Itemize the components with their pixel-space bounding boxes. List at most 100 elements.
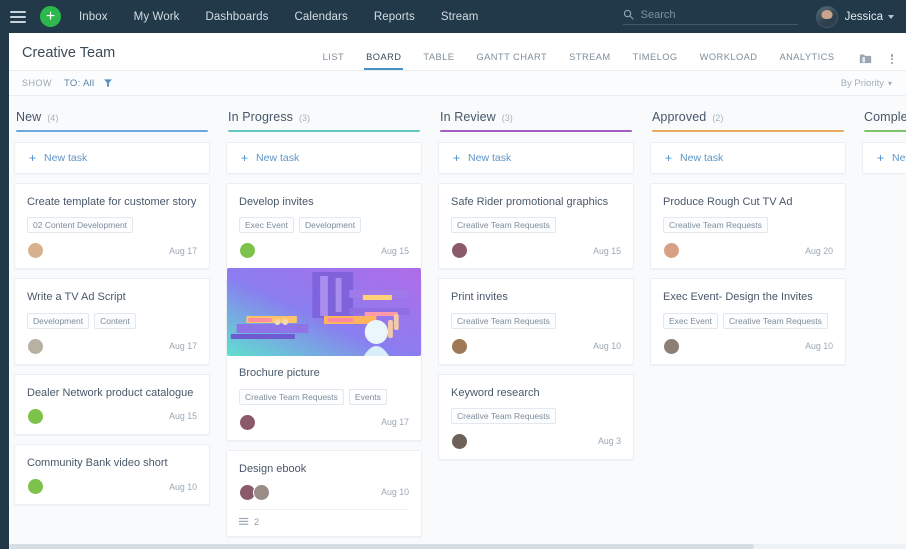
avatar[interactable] — [239, 414, 256, 431]
scrollbar-thumb[interactable] — [9, 544, 754, 549]
avatar[interactable] — [663, 242, 680, 259]
new-task-button[interactable]: + New task — [650, 142, 846, 174]
sort-by-control[interactable]: By Priority ▾ — [841, 78, 892, 89]
task-card[interactable]: Community Bank video short Aug 10 — [14, 444, 210, 505]
chevron-down-icon — [888, 15, 894, 19]
avatar[interactable] — [451, 242, 468, 259]
task-title: Exec Event- Design the Invites — [663, 290, 833, 304]
tab-timelog[interactable]: TIMELOG — [633, 52, 678, 70]
hamburger-menu-icon[interactable] — [10, 11, 26, 23]
nav-link-my-work[interactable]: My Work — [134, 11, 180, 23]
new-task-button[interactable]: + New task — [438, 142, 634, 174]
avatar[interactable] — [253, 484, 270, 501]
subtask-list-icon — [239, 517, 249, 526]
task-tag[interactable]: Creative Team Requests — [663, 217, 768, 233]
new-task-button[interactable]: + New task — [226, 142, 422, 174]
task-due-date: Aug 10 — [593, 341, 621, 351]
task-tag[interactable]: 02 Content Development — [27, 217, 133, 233]
nav-link-stream[interactable]: Stream — [441, 11, 479, 23]
column-header: In Progress (3) — [226, 110, 422, 132]
board-column-completed: Completed + New task — [862, 110, 906, 549]
nav-link-dashboards[interactable]: Dashboards — [206, 11, 269, 23]
nav-link-reports[interactable]: Reports — [374, 11, 415, 23]
avatar[interactable] — [451, 433, 468, 450]
column-accent-rule — [440, 130, 632, 132]
new-task-button[interactable]: + New task — [14, 142, 210, 174]
tab-analytics[interactable]: ANALYTICS — [779, 52, 834, 70]
task-due-date: Aug 3 — [598, 436, 621, 446]
task-tag[interactable]: Creative Team Requests — [451, 217, 556, 233]
search-icon — [623, 9, 634, 20]
task-tags: Creative Team Requests — [663, 217, 833, 233]
task-due-date: Aug 17 — [381, 417, 409, 427]
task-tag[interactable]: Creative Team Requests — [451, 313, 556, 329]
task-card[interactable]: Produce Rough Cut TV Ad Creative Team Re… — [650, 183, 846, 269]
avatar[interactable] — [27, 242, 44, 259]
column-count: (4) — [47, 113, 58, 123]
task-card[interactable]: Write a TV Ad Script Development Content… — [14, 278, 210, 364]
task-tag[interactable]: Exec Event — [663, 313, 718, 329]
task-due-date: Aug 10 — [805, 341, 833, 351]
horizontal-scrollbar[interactable] — [9, 544, 906, 549]
user-menu[interactable]: Jessica — [816, 6, 894, 28]
task-card[interactable]: Exec Event- Design the Invites Exec Even… — [650, 278, 846, 364]
avatar[interactable] — [451, 338, 468, 355]
subtask-summary: 2 — [239, 509, 409, 527]
column-header: Completed — [862, 110, 906, 132]
task-card[interactable]: Safe Rider promotional graphics Creative… — [438, 183, 634, 269]
avatar — [816, 6, 838, 28]
task-tag[interactable]: Events — [349, 389, 387, 405]
new-task-label: New task — [468, 152, 511, 164]
board-column-in-progress: In Progress (3) + New task Develop invit… — [226, 110, 422, 549]
tab-stream[interactable]: STREAM — [569, 52, 610, 70]
task-tags: 02 Content Development — [27, 217, 197, 233]
task-tags: Creative Team Requests — [451, 217, 621, 233]
task-title: Produce Rough Cut TV Ad — [663, 195, 833, 209]
new-task-button[interactable]: + New task — [862, 142, 906, 174]
avatar[interactable] — [239, 242, 256, 259]
create-new-button[interactable]: + — [40, 6, 61, 27]
tab-board[interactable]: BOARD — [366, 52, 401, 70]
assignee-avatars — [27, 338, 44, 355]
funnel-icon[interactable] — [103, 78, 113, 88]
avatar[interactable] — [663, 338, 680, 355]
task-tag[interactable]: Development — [27, 313, 89, 329]
task-tag[interactable]: Development — [299, 217, 361, 233]
column-accent-rule — [864, 130, 906, 132]
avatar[interactable] — [27, 478, 44, 495]
assignee-filter[interactable]: TO: All — [64, 78, 94, 89]
tab-gantt-chart[interactable]: GANTT CHART — [476, 52, 547, 70]
search-input[interactable] — [641, 9, 798, 21]
task-tags: Development Content — [27, 313, 197, 329]
printing-press-illustration — [227, 268, 421, 356]
folder-icon[interactable] — [859, 53, 872, 65]
kebab-menu-icon[interactable] — [888, 53, 897, 65]
task-tag[interactable]: Content — [94, 313, 136, 329]
nav-link-inbox[interactable]: Inbox — [79, 11, 108, 23]
task-card[interactable]: Develop invites Exec Event Development A… — [226, 183, 422, 269]
task-card[interactable]: Design ebook Aug 10 2 — [226, 450, 422, 537]
tab-list[interactable]: LIST — [323, 52, 344, 70]
task-tag[interactable]: Creative Team Requests — [451, 408, 556, 424]
task-card[interactable]: Brochure picture Creative Team Requests … — [226, 278, 422, 440]
task-tag[interactable]: Creative Team Requests — [723, 313, 828, 329]
task-tag[interactable]: Exec Event — [239, 217, 294, 233]
task-tag[interactable]: Creative Team Requests — [239, 389, 344, 405]
kanban-board: New (4) + New task Create template for c… — [0, 96, 906, 549]
task-card[interactable]: Print invites Creative Team Requests Aug… — [438, 278, 634, 364]
task-card[interactable]: Create template for customer story 02 Co… — [14, 183, 210, 269]
subtask-count: 2 — [254, 517, 259, 527]
plus-icon: + — [29, 152, 36, 164]
task-card[interactable]: Keyword research Creative Team Requests … — [438, 374, 634, 460]
search-container[interactable] — [623, 9, 798, 25]
avatar[interactable] — [27, 338, 44, 355]
assignee-avatars — [451, 433, 468, 450]
column-count: (3) — [299, 113, 310, 123]
nav-link-calendars[interactable]: Calendars — [295, 11, 348, 23]
tab-table[interactable]: TABLE — [423, 52, 454, 70]
tab-workload[interactable]: WORKLOAD — [700, 52, 758, 70]
task-footer: Aug 10 — [27, 478, 197, 495]
task-card[interactable]: Dealer Network product catalogue Aug 15 — [14, 374, 210, 435]
avatar[interactable] — [27, 408, 44, 425]
task-due-date: Aug 17 — [169, 246, 197, 256]
